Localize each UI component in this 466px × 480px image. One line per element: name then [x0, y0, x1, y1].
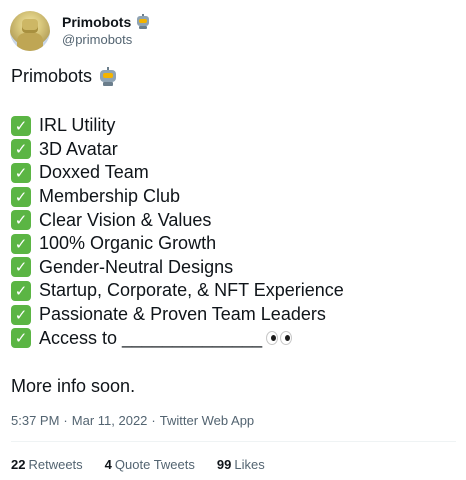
list-item-text: Gender-Neutral Designs: [39, 256, 234, 277]
likes-label: Likes: [234, 457, 265, 472]
feature-list: ✓ IRL Utility ✓ 3D Avatar ✓ Doxxed Team ✓ Me…: [11, 114, 344, 350]
author-name-row: Primobots: [62, 14, 151, 30]
tweet-stats: 22 Retweets 4 Quote Tweets 99 Likes: [11, 457, 265, 472]
list-item: ✓ Doxxed Team: [11, 161, 344, 185]
list-item: ✓ Startup, Corporate, & NFT Experience: [11, 279, 344, 303]
list-item: ✓ Access to ______________: [11, 326, 344, 350]
likes-stat[interactable]: 99 Likes: [217, 457, 265, 472]
check-mark-icon: ✓: [11, 257, 31, 278]
quote-tweets-stat[interactable]: 4 Quote Tweets: [105, 457, 195, 472]
list-item: ✓ 3D Avatar: [11, 138, 344, 162]
check-mark-icon: ✓: [11, 139, 31, 160]
retweets-stat[interactable]: 22 Retweets: [11, 457, 83, 472]
avatar-robot-head: [22, 19, 38, 33]
check-mark-icon: ✓: [11, 162, 31, 183]
closing-text: More info soon.: [11, 376, 136, 396]
eyes-icon: [266, 331, 293, 346]
list-item-text: 100% Organic Growth: [39, 233, 217, 254]
tweet-meta: 5:37 PM · Mar 11, 2022 · Twitter Web App: [11, 413, 254, 428]
list-item: ✓ Gender-Neutral Designs: [11, 256, 344, 280]
list-item-text: 3D Avatar: [39, 138, 118, 159]
author-handle[interactable]: @primobots: [62, 32, 132, 47]
author-display-name[interactable]: Primobots: [62, 14, 131, 30]
list-item: ✓ 100% Organic Growth: [11, 232, 344, 256]
list-item-text: IRL Utility: [39, 115, 116, 136]
check-mark-icon: ✓: [11, 328, 31, 349]
retweets-count: 22: [11, 457, 26, 472]
list-item-text: Clear Vision & Values: [39, 209, 212, 230]
list-item-text: Access to ______________: [39, 327, 263, 348]
list-item: ✓ Passionate & Proven Team Leaders: [11, 303, 344, 327]
quote-tweets-count: 4: [104, 457, 112, 472]
check-mark-icon: ✓: [11, 304, 31, 325]
tweet-title: Primobots: [11, 66, 118, 87]
check-mark-icon: ✓: [11, 210, 31, 231]
tweet-source-app[interactable]: Twitter Web App: [160, 413, 254, 428]
check-mark-icon: ✓: [11, 233, 31, 254]
check-mark-icon: ✓: [11, 280, 31, 301]
list-item-text: Startup, Corporate, & NFT Experience: [39, 280, 344, 301]
tweet-time[interactable]: 5:37 PM: [11, 413, 59, 428]
robot-face-icon: [135, 14, 151, 30]
list-item: ✓ Clear Vision & Values: [11, 208, 344, 232]
retweets-label: Retweets: [28, 457, 83, 472]
avatar[interactable]: [10, 11, 50, 51]
avatar-robot-body: [17, 33, 43, 51]
tweet-title-text: Primobots: [11, 66, 93, 86]
tweet-card: Primobots @primobots Primobots ✓ IRL Util…: [0, 0, 466, 480]
check-mark-icon: ✓: [11, 115, 31, 136]
list-item-text: Doxxed Team: [39, 162, 149, 183]
meta-separator: ·: [151, 413, 156, 428]
robot-face-icon: [98, 66, 118, 87]
divider: [11, 441, 456, 442]
list-item: ✓ IRL Utility: [11, 114, 344, 138]
list-item-text: Passionate & Proven Team Leaders: [39, 304, 326, 325]
list-item: ✓ Membership Club: [11, 185, 344, 209]
list-item-text: Membership Club: [39, 186, 181, 207]
likes-count: 99: [216, 457, 232, 472]
quote-tweets-label: Quote Tweets: [114, 457, 195, 472]
check-mark-icon: ✓: [11, 186, 31, 207]
tweet-date[interactable]: Mar 11, 2022: [72, 413, 148, 428]
meta-separator: ·: [63, 413, 68, 428]
